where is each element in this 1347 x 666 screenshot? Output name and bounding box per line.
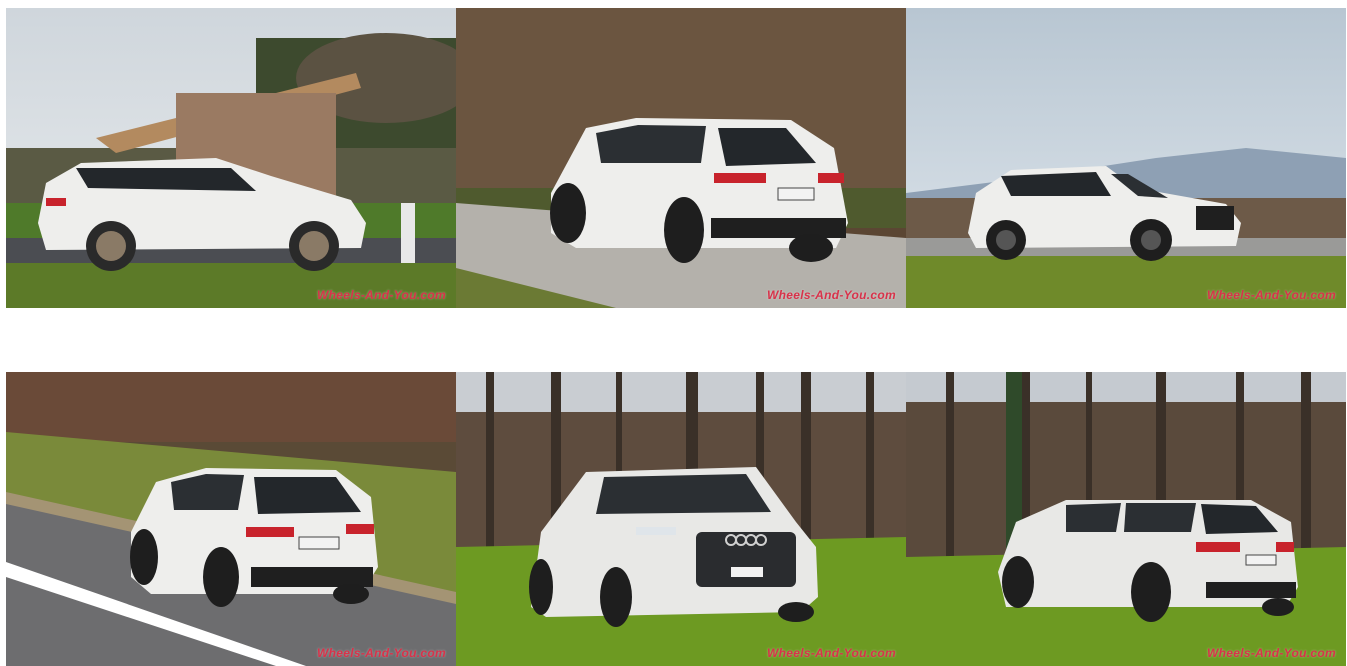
photo-image	[906, 372, 1346, 666]
car-photo-front-grass[interactable]: Wheels-And-You.com	[456, 372, 906, 666]
photo-gallery: Wheels-And-You.com Wheels-And-You.com Wh…	[0, 0, 1347, 666]
photo-image	[6, 372, 456, 666]
photo-image	[456, 8, 906, 308]
car-photo-side-left[interactable]: Wheels-And-You.com	[6, 8, 456, 308]
car-photo-rear-grass[interactable]: Wheels-And-You.com	[906, 372, 1346, 666]
photo-watermark: Wheels-And-You.com	[1207, 288, 1336, 302]
photo-watermark: Wheels-And-You.com	[1207, 646, 1336, 660]
photo-watermark: Wheels-And-You.com	[767, 646, 896, 660]
photo-watermark: Wheels-And-You.com	[767, 288, 896, 302]
photo-image	[456, 372, 906, 666]
car-photo-rear-high-angle[interactable]: Wheels-And-You.com	[6, 372, 456, 666]
photo-watermark: Wheels-And-You.com	[317, 288, 446, 302]
car-photo-side-right[interactable]: Wheels-And-You.com	[906, 8, 1346, 308]
photo-image	[6, 8, 456, 308]
photo-watermark: Wheels-And-You.com	[317, 646, 446, 660]
photo-image	[906, 8, 1346, 308]
car-photo-rear-road[interactable]: Wheels-And-You.com	[456, 8, 906, 308]
